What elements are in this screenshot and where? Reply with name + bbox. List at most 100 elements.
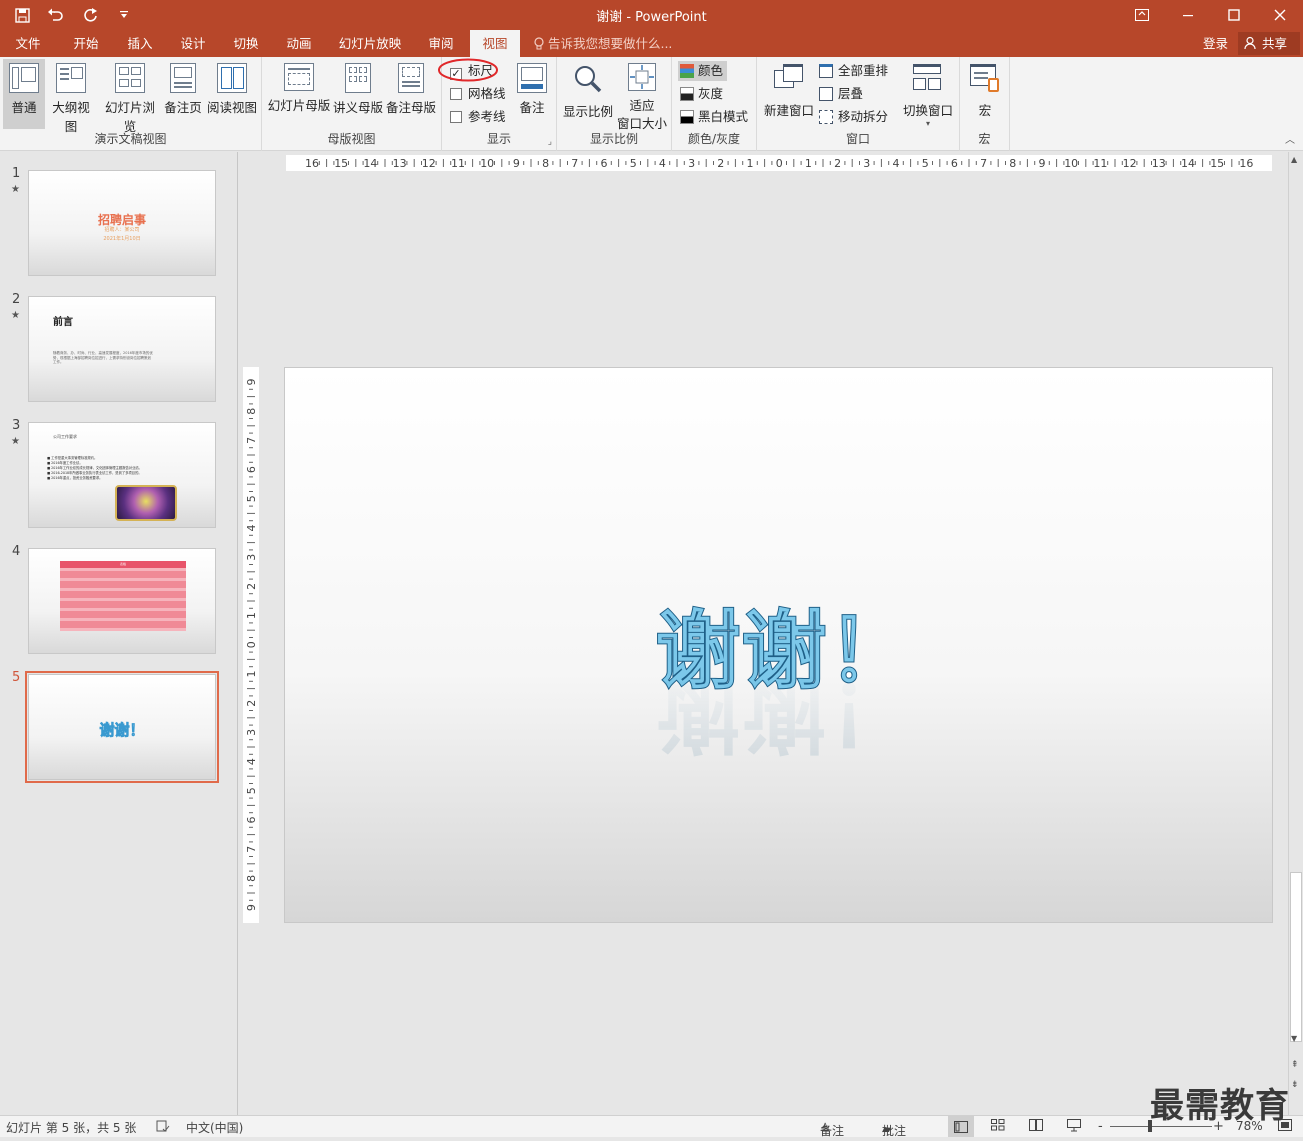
horizontal-ruler[interactable]: 16 15 14 13 12 11 10 9 8 7 6 5 4 3 2 1 0 1 2 3 4 5 6 7 8 9 10 11 12 1… [286, 155, 1272, 171]
guides-checkbox[interactable]: 参考线 [450, 107, 506, 127]
slide-sorter-button[interactable]: 幻灯片浏览 [99, 59, 161, 134]
ruler-tick-label: 8 [1009, 157, 1016, 170]
ruler-tick-label: 2 [834, 157, 841, 170]
zoom-button[interactable]: 显示比例 [561, 59, 615, 129]
group-macros: 宏 宏 [960, 57, 1010, 151]
slide-thumbnail-4[interactable]: 表格 [28, 548, 216, 654]
magnifier-icon [571, 63, 605, 97]
slide-thumbnail-1[interactable]: 招聘启事 招聘人：某公司 2021年1月10日 [28, 170, 216, 276]
zoom-out-button[interactable]: - [1098, 1119, 1103, 1134]
tell-me-box[interactable]: 告诉我您想要做什么... [534, 30, 672, 57]
guides-label: 参考线 [468, 109, 506, 124]
fit-to-window-button[interactable]: 适应 窗口大小 [615, 59, 669, 131]
tab-file[interactable]: 文件 [6, 30, 50, 57]
scroll-up-icon[interactable]: ▲ [1291, 155, 1297, 164]
tab-animations[interactable]: 动画 [277, 30, 321, 57]
transition-star-icon: ★ [11, 436, 20, 447]
macros-icon [970, 64, 1000, 94]
switch-windows-icon [913, 64, 943, 94]
handout-master-icon [345, 63, 371, 93]
normal-view-status-button[interactable] [948, 1116, 974, 1137]
arrange-all-button[interactable]: 全部重排 [819, 61, 888, 81]
macros-label: 宏 [978, 103, 992, 118]
ruler-tick-label: 5 [245, 495, 258, 502]
black-white-button[interactable]: 黑白模式 [680, 107, 748, 127]
dialog-launcher-icon[interactable]: ⌟ [548, 137, 552, 147]
sign-in-link[interactable]: 登录 [1203, 30, 1228, 57]
new-window-button[interactable]: 新建窗口 [761, 59, 817, 129]
close-icon[interactable] [1257, 0, 1303, 30]
color-label: 颜色 [698, 63, 724, 78]
dropdown-arrow-icon: ▾ [925, 119, 930, 128]
ruler-tick-label: 7 [245, 846, 258, 853]
ruler-tick-label: 4 [245, 758, 258, 765]
normal-view-button[interactable]: 普通 [3, 59, 45, 129]
tab-home[interactable]: 开始 [64, 30, 108, 57]
vertical-scrollbar[interactable]: ▲ ▼ ⇞ ⇟ [1288, 152, 1303, 1115]
slide-number-2: 2 [12, 292, 21, 307]
group-zoom: 显示比例 适应 窗口大小 显示比例 [557, 57, 672, 151]
slide-thumbnail-5[interactable]: 谢谢！ [25, 671, 219, 783]
slide-thumbnail-2[interactable]: 前言 随着商务、办、时尚、行业、高速发展程度，2016年度市场的优势，现根据上海… [28, 296, 216, 402]
scroll-down-icon[interactable]: ▼ [1291, 1034, 1297, 1043]
slide-master-button[interactable]: 幻灯片母版 [267, 59, 331, 129]
ruler-tick-label: 5 [630, 157, 637, 170]
language-status[interactable]: 中文(中国) [186, 1119, 243, 1136]
notes-master-button[interactable]: 备注母版 [385, 59, 437, 129]
spell-check-icon[interactable] [156, 1119, 170, 1136]
macros-button[interactable]: 宏 [964, 59, 1006, 129]
horizontal-ruler-ticks: 16 15 14 13 12 11 10 9 8 7 6 5 4 3 2 1 0 1 2 3 4 5 6 7 8 9 10 11 12 1… [305, 157, 1253, 170]
color-button[interactable]: 颜色 [678, 61, 728, 81]
reading-view-button[interactable]: 阅读视图 [206, 59, 258, 129]
status-bar: 幻灯片 第 5 张，共 5 张 中文(中国) ≜ 备注 ▰ 批注 - + 78% [0, 1115, 1303, 1138]
tab-insert[interactable]: 插入 [118, 30, 162, 57]
ruler-tick-label: 10 [480, 157, 494, 170]
ruler-tick-label: 8 [542, 157, 549, 170]
notes-button[interactable]: 备注 [512, 59, 552, 129]
handout-master-button[interactable]: 讲义母版 [332, 59, 384, 129]
gridlines-checkbox[interactable]: 网格线 [450, 84, 506, 104]
cascade-button[interactable]: 层叠 [819, 84, 863, 104]
tab-review[interactable]: 审阅 [419, 30, 463, 57]
group-label-show: 显示 [486, 132, 511, 146]
vertical-ruler[interactable]: 9 8 7 6 5 4 3 2 1 0 1 2 3 4 5 6 7 8 9 [243, 367, 259, 923]
slide-sorter-status-icon[interactable] [991, 1119, 1005, 1134]
move-split-button[interactable]: 移动拆分 [819, 107, 888, 127]
tab-view[interactable]: 视图 [470, 30, 520, 57]
notes-page-button[interactable]: 备注页 [163, 59, 203, 129]
previous-slide-icon[interactable]: ⇞ [1291, 1060, 1299, 1070]
notes-status-label: 备注 [820, 1124, 845, 1138]
notes-label: 备注 [519, 100, 545, 115]
window-controls [1119, 0, 1303, 30]
new-window-label: 新建窗口 [763, 103, 814, 118]
switch-windows-button[interactable]: 切换窗口 ▾ [900, 59, 956, 129]
next-slide-icon[interactable]: ⇟ [1291, 1080, 1299, 1090]
outline-view-button[interactable]: 大纲视图 [47, 59, 95, 134]
reading-view-status-icon[interactable] [1029, 1119, 1043, 1134]
group-label-master-views: 母版视图 [327, 132, 376, 146]
tab-design[interactable]: 设计 [171, 30, 215, 57]
transition-star-icon: ★ [11, 310, 20, 321]
group-master-views: 幻灯片母版 讲义母版 备注母版 母版视图 [262, 57, 442, 151]
transition-star-icon: ★ [11, 184, 20, 195]
slideshow-status-icon[interactable] [1067, 1119, 1081, 1135]
slide-thumbnail-panel[interactable]: 1 ★ 招聘启事 招聘人：某公司 2021年1月10日 2 ★ 前言 随着商务、… [0, 152, 238, 1115]
guides-check-icon [450, 111, 462, 123]
collapse-ribbon-icon[interactable]: ︿ [1285, 131, 1295, 146]
maximize-icon[interactable] [1211, 0, 1257, 30]
current-slide-canvas[interactable]: 谢谢！ 谢谢！ 谢谢！ [284, 367, 1273, 923]
thanks-wordart[interactable]: 谢谢！ 谢谢！ 谢谢！ [285, 368, 1274, 924]
minimize-icon[interactable] [1165, 0, 1211, 30]
grayscale-button[interactable]: 灰度 [680, 84, 723, 104]
normal-view-icon [9, 63, 39, 93]
tab-transitions[interactable]: 切换 [224, 30, 268, 57]
tab-slideshow[interactable]: 幻灯片放映 [334, 30, 406, 57]
scroll-thumb[interactable] [1290, 872, 1302, 1042]
slide-thumbnail-3[interactable]: 公司工作要求 ■ 工作是重大事务管理标准规约。 ■ 2016年度工作业绩。 ■ … [28, 422, 216, 528]
ruler-tick-label: 9 [245, 904, 258, 911]
arrange-all-label: 全部重排 [838, 63, 889, 78]
ribbon-display-icon[interactable] [1119, 0, 1165, 30]
grayscale-swatch-icon [680, 87, 694, 101]
share-button[interactable]: 共享 [1238, 32, 1300, 55]
new-window-icon [774, 64, 804, 94]
